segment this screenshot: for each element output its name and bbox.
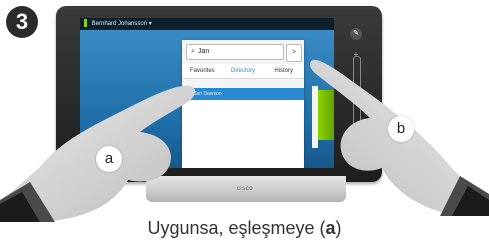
search-value: Jan bbox=[197, 48, 210, 55]
search-input[interactable]: ⌕ Jan bbox=[186, 44, 284, 60]
finger-label-b: b bbox=[388, 116, 414, 142]
user-name[interactable]: Bernhard Johansson bbox=[92, 21, 147, 27]
caption-prefix: Uygunsa, eşleşmeye ( bbox=[147, 218, 326, 238]
tab-history[interactable]: History bbox=[263, 64, 304, 78]
mute-mic-icon[interactable]: ✎ bbox=[350, 28, 362, 40]
search-icon: ⌕ bbox=[191, 48, 195, 55]
presence-indicator-icon bbox=[84, 19, 87, 28]
caption-bold: a bbox=[325, 218, 336, 238]
tab-directory[interactable]: Directory bbox=[223, 64, 264, 78]
cisco-logo: cisco bbox=[236, 186, 254, 192]
caption-suffix: ) bbox=[335, 218, 342, 238]
finger-label-a: a bbox=[96, 146, 122, 172]
top-status-bar: Bernhard Johansson ▾ bbox=[80, 18, 334, 30]
step-number-badge: 3 bbox=[6, 6, 38, 38]
chevron-down-icon[interactable]: ▾ bbox=[149, 21, 152, 27]
caption-text: Uygunsa, eşleşmeye (a) bbox=[0, 218, 489, 239]
